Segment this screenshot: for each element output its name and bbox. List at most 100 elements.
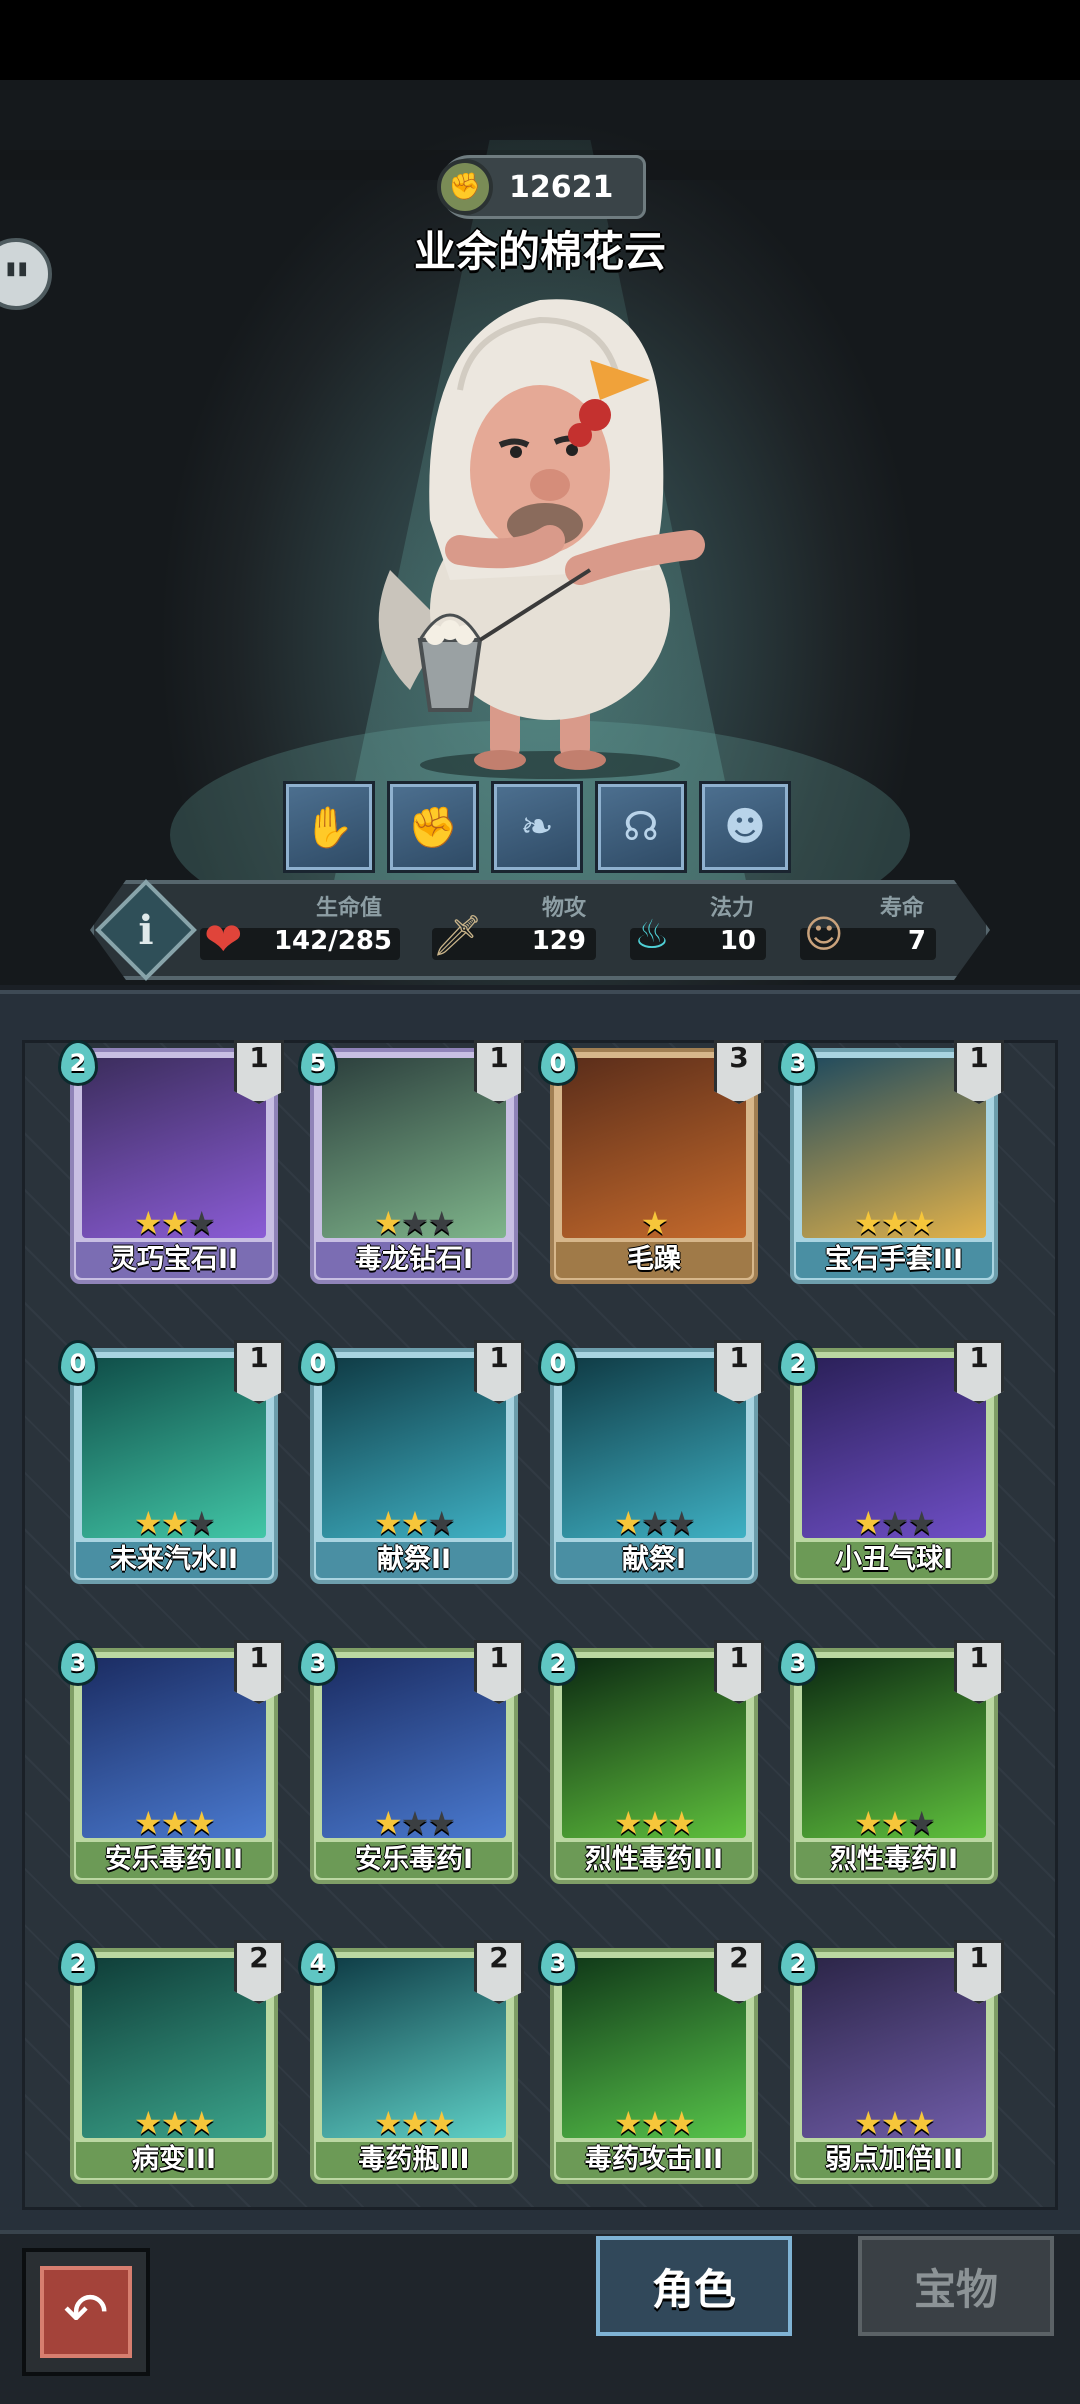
card-6[interactable]: ★★★ 献祭II 0 1 <box>298 1340 524 1584</box>
back-arrow-icon: ↶ <box>40 2266 132 2358</box>
star-filled-icon: ★ <box>640 1204 670 1242</box>
card-cost-badge: 4 <box>298 1940 338 1986</box>
back-button[interactable]: ↶ <box>22 2248 150 2376</box>
card-cost-badge: 3 <box>298 1640 338 1686</box>
star-filled-icon: ★ <box>613 1804 643 1842</box>
card-quantity-badge: 1 <box>714 1640 764 1704</box>
card-1[interactable]: ★★★ 灵巧宝石II 2 1 <box>58 1040 284 1284</box>
stat-life-label: 寿命 <box>880 896 925 921</box>
card-cost-badge: 0 <box>538 1340 578 1386</box>
card-stars: ★★★ <box>790 1504 998 1542</box>
card-stars: ★★★ <box>70 1204 278 1242</box>
star-empty-icon: ★ <box>427 1504 456 1542</box>
card-16[interactable]: ★★★ 弱点加倍III 2 1 <box>778 1940 1004 2184</box>
star-empty-icon: ★ <box>427 1204 456 1242</box>
star-filled-icon: ★ <box>133 1804 163 1842</box>
card-stars: ★★★ <box>310 1204 518 1242</box>
card-name: 灵巧宝石II <box>76 1242 272 1278</box>
card-name: 未来汽水II <box>76 1542 272 1578</box>
skill-slot-1[interactable]: ✋ <box>286 784 372 870</box>
star-filled-icon: ★ <box>160 2104 190 2142</box>
skill-slot-2[interactable]: ✊ <box>390 784 476 870</box>
star-filled-icon: ★ <box>187 2104 216 2142</box>
stat-mana: 法力 ♨ 10 <box>630 888 770 968</box>
card-name: 献祭II <box>316 1542 512 1578</box>
card-quantity-badge: 2 <box>714 1940 764 2004</box>
card-cost-badge: 0 <box>298 1340 338 1386</box>
card-stars: ★★★ <box>70 2104 278 2142</box>
card-5[interactable]: ★★★ 未来汽水II 0 1 <box>58 1340 284 1584</box>
star-filled-icon: ★ <box>400 2104 430 2142</box>
star-filled-icon: ★ <box>373 2104 403 2142</box>
card-2[interactable]: ★★★ 毒龙钻石I 5 1 <box>298 1040 524 1284</box>
card-name: 毒药攻击III <box>556 2142 752 2178</box>
star-filled-icon: ★ <box>133 2104 163 2142</box>
tab-character[interactable]: 角色 <box>596 2236 792 2336</box>
card-cost-badge: 2 <box>58 1040 98 1086</box>
star-filled-icon: ★ <box>667 1804 696 1842</box>
star-filled-icon: ★ <box>853 1204 883 1242</box>
card-12[interactable]: ★★★ 烈性毒药II 3 1 <box>778 1640 1004 1884</box>
star-empty-icon: ★ <box>427 1804 456 1842</box>
card-cost-badge: 5 <box>298 1040 338 1086</box>
card-9[interactable]: ★★★ 安乐毒药III 3 1 <box>58 1640 284 1884</box>
star-empty-icon: ★ <box>400 1804 430 1842</box>
stat-attack-label: 物攻 <box>542 896 587 921</box>
stat-mana-value: 10 <box>719 926 756 956</box>
skill-slot-4[interactable]: ☊ <box>598 784 684 870</box>
score-badge: ✊ 12621 <box>437 155 646 219</box>
card-cost-badge: 3 <box>58 1640 98 1686</box>
card-quantity-badge: 1 <box>234 1040 284 1104</box>
card-4[interactable]: ★★★ 宝石手套III 3 1 <box>778 1040 1004 1284</box>
star-empty-icon: ★ <box>640 1504 670 1542</box>
card-13[interactable]: ★★★ 病变III 2 2 <box>58 1940 284 2184</box>
star-filled-icon: ★ <box>667 2104 696 2142</box>
mana-flame-icon: ♨ <box>634 912 670 958</box>
card-name: 安乐毒药III <box>76 1842 272 1878</box>
star-empty-icon: ★ <box>880 1504 910 1542</box>
card-name: 弱点加倍III <box>796 2142 992 2178</box>
star-filled-icon: ★ <box>133 1204 163 1242</box>
star-filled-icon: ★ <box>373 1504 403 1542</box>
card-quantity-badge: 2 <box>234 1940 284 2004</box>
card-quantity-badge: 1 <box>474 1640 524 1704</box>
card-quantity-badge: 1 <box>954 1640 1004 1704</box>
card-quantity-badge: 3 <box>714 1040 764 1104</box>
star-filled-icon: ★ <box>133 1504 163 1542</box>
card-10[interactable]: ★★★ 安乐毒药I 3 1 <box>298 1640 524 1884</box>
star-filled-icon: ★ <box>160 1204 190 1242</box>
card-stars: ★★★ <box>790 2104 998 2142</box>
card-quantity-badge: 1 <box>474 1340 524 1404</box>
info-icon: i <box>138 906 154 954</box>
card-3[interactable]: ★ 毛躁 0 3 <box>538 1040 764 1284</box>
stat-hp: 生命值 ❤ 142/285 <box>200 888 410 968</box>
star-empty-icon: ★ <box>667 1504 696 1542</box>
lifespan-icon: ☺ <box>804 912 844 956</box>
card-7[interactable]: ★★★ 献祭I 0 1 <box>538 1340 764 1584</box>
card-15[interactable]: ★★★ 毒药攻击III 3 2 <box>538 1940 764 2184</box>
stat-life: 寿命 ☺ 7 <box>800 888 940 968</box>
tab-treasure[interactable]: 宝物 <box>858 2236 1054 2336</box>
card-name: 宝石手套III <box>796 1242 992 1278</box>
skill-slots: ✋ ✊ ❧ ☊ ☻ <box>286 784 788 870</box>
star-filled-icon: ★ <box>160 1504 190 1542</box>
card-quantity-badge: 1 <box>714 1340 764 1404</box>
stat-attack-value: 129 <box>531 926 586 956</box>
card-stars: ★★★ <box>790 1204 998 1242</box>
card-cost-badge: 0 <box>538 1040 578 1086</box>
star-empty-icon: ★ <box>187 1204 216 1242</box>
star-filled-icon: ★ <box>400 1504 430 1542</box>
card-stars: ★★★ <box>550 1504 758 1542</box>
card-14[interactable]: ★★★ 毒药瓶III 4 2 <box>298 1940 524 2184</box>
card-11[interactable]: ★★★ 烈性毒药III 2 1 <box>538 1640 764 1884</box>
star-filled-icon: ★ <box>613 1504 643 1542</box>
card-8[interactable]: ★★★ 小丑气球I 2 1 <box>778 1340 1004 1584</box>
score-value: 12621 <box>509 169 614 205</box>
skill-slot-3[interactable]: ❧ <box>494 784 580 870</box>
star-empty-icon: ★ <box>400 1204 430 1242</box>
star-filled-icon: ★ <box>427 2104 456 2142</box>
skill-slot-5[interactable]: ☻ <box>702 784 788 870</box>
star-filled-icon: ★ <box>373 1204 403 1242</box>
star-empty-icon: ★ <box>187 1504 216 1542</box>
star-filled-icon: ★ <box>853 2104 883 2142</box>
